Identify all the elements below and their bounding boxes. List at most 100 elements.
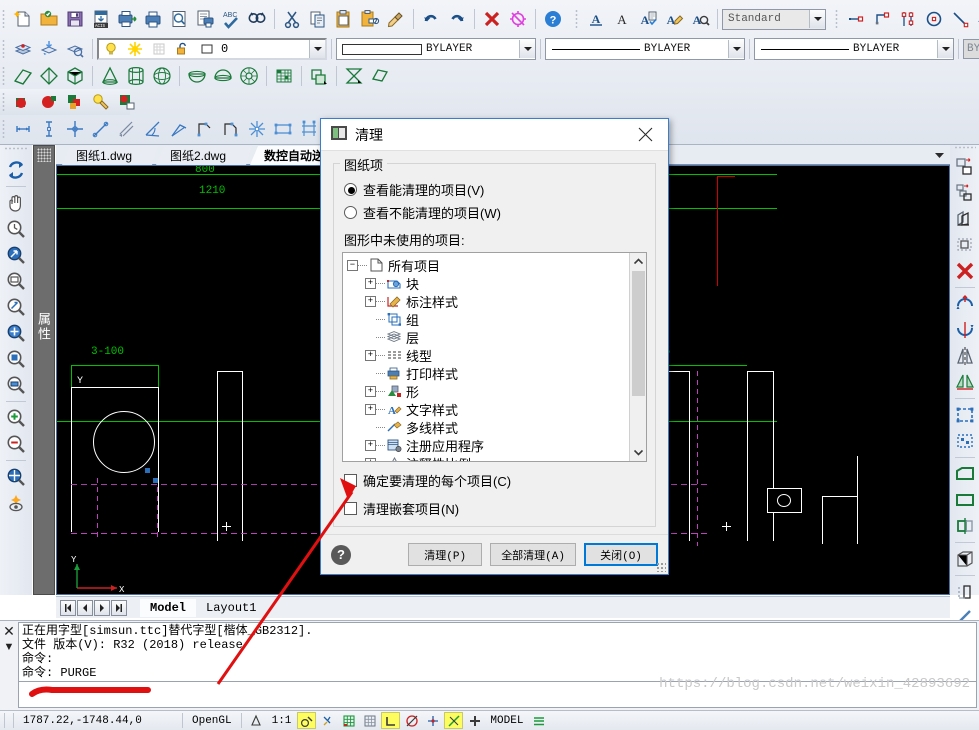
find-text-icon[interactable]: A — [687, 6, 713, 32]
stretch-icon[interactable] — [951, 232, 978, 258]
dim-break-icon[interactable] — [244, 116, 270, 142]
tree-node-blocks[interactable]: + 块 — [365, 274, 629, 292]
explode-icon[interactable] — [505, 6, 531, 32]
mirror3d-icon[interactable] — [951, 369, 978, 395]
snap-center-icon[interactable] — [921, 6, 947, 32]
graphics-engine-label[interactable]: OpenGL — [187, 712, 237, 729]
radio-indicator[interactable] — [344, 183, 357, 196]
layer-unlock-icon[interactable] — [171, 37, 195, 61]
tree-node-groups[interactable]: 组 — [365, 310, 629, 328]
text-style-icon[interactable]: A — [583, 6, 609, 32]
publish-icon[interactable] — [192, 6, 218, 32]
jogged-dim-icon[interactable] — [166, 116, 192, 142]
solids-toolbar-grip[interactable] — [1, 65, 8, 87]
box-icon[interactable] — [62, 63, 88, 89]
zoom-out-icon[interactable] — [2, 431, 30, 457]
select-window-icon[interactable] — [951, 402, 978, 428]
space-label[interactable]: MODEL — [485, 712, 528, 729]
toolbar-grip[interactable] — [1, 8, 8, 30]
zoom-all-icon[interactable] — [2, 464, 30, 490]
tab-overflow-icon[interactable] — [932, 148, 946, 162]
tree-node-plotstyles[interactable]: 打印样式 — [365, 364, 629, 382]
aligned-dim-icon[interactable] — [36, 116, 62, 142]
grid2-toggle[interactable] — [360, 712, 379, 729]
expander-icon[interactable]: + — [365, 350, 376, 361]
snap-tangent-icon[interactable] — [973, 6, 979, 32]
copy-object-icon[interactable] — [951, 154, 978, 180]
save-acis-icon[interactable]: ACIS — [88, 6, 114, 32]
rectangle-icon[interactable] — [951, 487, 978, 513]
scroll-thumb[interactable] — [632, 271, 645, 396]
layer-previous-icon[interactable] — [36, 36, 62, 62]
layer-on-icon[interactable] — [99, 37, 123, 61]
tab-layout1[interactable]: Layout1 — [196, 599, 266, 617]
resize-grip[interactable] — [656, 562, 666, 572]
text-style-combo[interactable]: Standard — [722, 9, 826, 30]
rotate3d-icon[interactable] — [951, 317, 978, 343]
zoom-realtime-icon[interactable] — [2, 216, 30, 242]
pan-realtime-icon[interactable] — [2, 190, 30, 216]
section-icon[interactable] — [951, 579, 978, 605]
render-toolbar-grip[interactable] — [1, 91, 8, 113]
drawing-tab-1[interactable]: 图纸1.dwg — [62, 146, 158, 165]
redo-icon[interactable] — [444, 6, 470, 32]
annotation-scale-icon[interactable] — [247, 712, 266, 729]
coordinate-readout[interactable]: 1787.22,-1748.44,0 — [18, 712, 178, 729]
chevron-down-icon[interactable] — [809, 10, 825, 28]
plot-preview-icon[interactable] — [114, 6, 140, 32]
chevron-down-icon[interactable] — [728, 40, 744, 58]
tree-node-shapes[interactable]: + 形 — [365, 382, 629, 400]
cut-icon[interactable] — [279, 6, 305, 32]
array-icon[interactable] — [951, 180, 978, 206]
osnap-toolbar-grip[interactable] — [834, 8, 841, 30]
mesh-icon[interactable] — [271, 63, 297, 89]
mirror-icon[interactable] — [951, 343, 978, 369]
tree-node-linetypes[interactable]: + 线型 — [365, 346, 629, 364]
dyn-toggle[interactable] — [465, 712, 484, 729]
snap-intersection-icon[interactable] — [895, 6, 921, 32]
next-tab-button[interactable] — [94, 600, 110, 616]
command-history-box[interactable]: 正在用字型[simsun.ttc]替代字型[楷体_GB2312]. 文件 版本(… — [18, 622, 977, 708]
tree-node-textstyles[interactable]: + A 文字样式 — [365, 400, 629, 418]
expander-icon[interactable]: + — [365, 278, 376, 289]
region-icon[interactable] — [951, 461, 978, 487]
ortho-toggle[interactable] — [381, 712, 400, 729]
tree-scrollbar[interactable] — [629, 253, 646, 461]
preview-icon[interactable] — [166, 6, 192, 32]
tree-node-all-items[interactable]: − 所有项目 — [347, 256, 629, 274]
plotstyle-combo[interactable]: BY — [963, 39, 979, 59]
close-button[interactable]: 关闭(O) — [584, 543, 658, 566]
first-tab-button[interactable] — [60, 600, 76, 616]
edit-text-icon[interactable]: A — [661, 6, 687, 32]
quick-dim-icon[interactable] — [192, 116, 218, 142]
snap-endpoint-icon[interactable] — [843, 6, 869, 32]
expander-icon[interactable]: + — [365, 458, 376, 462]
chevron-down-icon[interactable] — [309, 40, 325, 58]
new-file-icon[interactable] — [10, 6, 36, 32]
layer-thaw-icon[interactable] — [123, 37, 147, 61]
linetype-combo[interactable]: BYLAYER — [545, 38, 745, 60]
zoom-window-icon[interactable] — [2, 242, 30, 268]
dialog-title-bar[interactable]: 清理 — [321, 119, 668, 151]
scene-icon[interactable] — [36, 89, 62, 115]
zoom-scale-icon[interactable] — [2, 294, 30, 320]
baseline-dim-icon[interactable] — [270, 116, 296, 142]
pyramid-icon[interactable] — [36, 63, 62, 89]
text-toolbar-grip[interactable] — [574, 8, 581, 30]
find-icon[interactable] — [244, 6, 270, 32]
tree-node-annoscales[interactable]: + 注释性比例 — [365, 454, 629, 461]
expander-icon[interactable]: − — [347, 260, 358, 271]
lineweight-combo[interactable]: BYLAYER — [754, 38, 954, 60]
scale-label[interactable]: 1:1 — [267, 712, 297, 729]
paste-block-icon[interactable] — [357, 6, 383, 32]
purge-dialog[interactable]: 清理 图纸项 查看能清理的项目(V) 查看不能清理的项目(W) 图形中未使用的项… — [320, 118, 669, 575]
radius-dim-icon[interactable] — [88, 116, 114, 142]
diameter-dim-icon[interactable] — [114, 116, 140, 142]
extrude-icon[interactable] — [306, 63, 332, 89]
single-text-icon[interactable]: A — [609, 6, 635, 32]
render-icon[interactable] — [10, 89, 36, 115]
properties-panel[interactable]: 属性 — [33, 145, 55, 595]
print-icon[interactable] — [140, 6, 166, 32]
ordinate-dim-icon[interactable] — [62, 116, 88, 142]
undo-icon[interactable] — [418, 6, 444, 32]
